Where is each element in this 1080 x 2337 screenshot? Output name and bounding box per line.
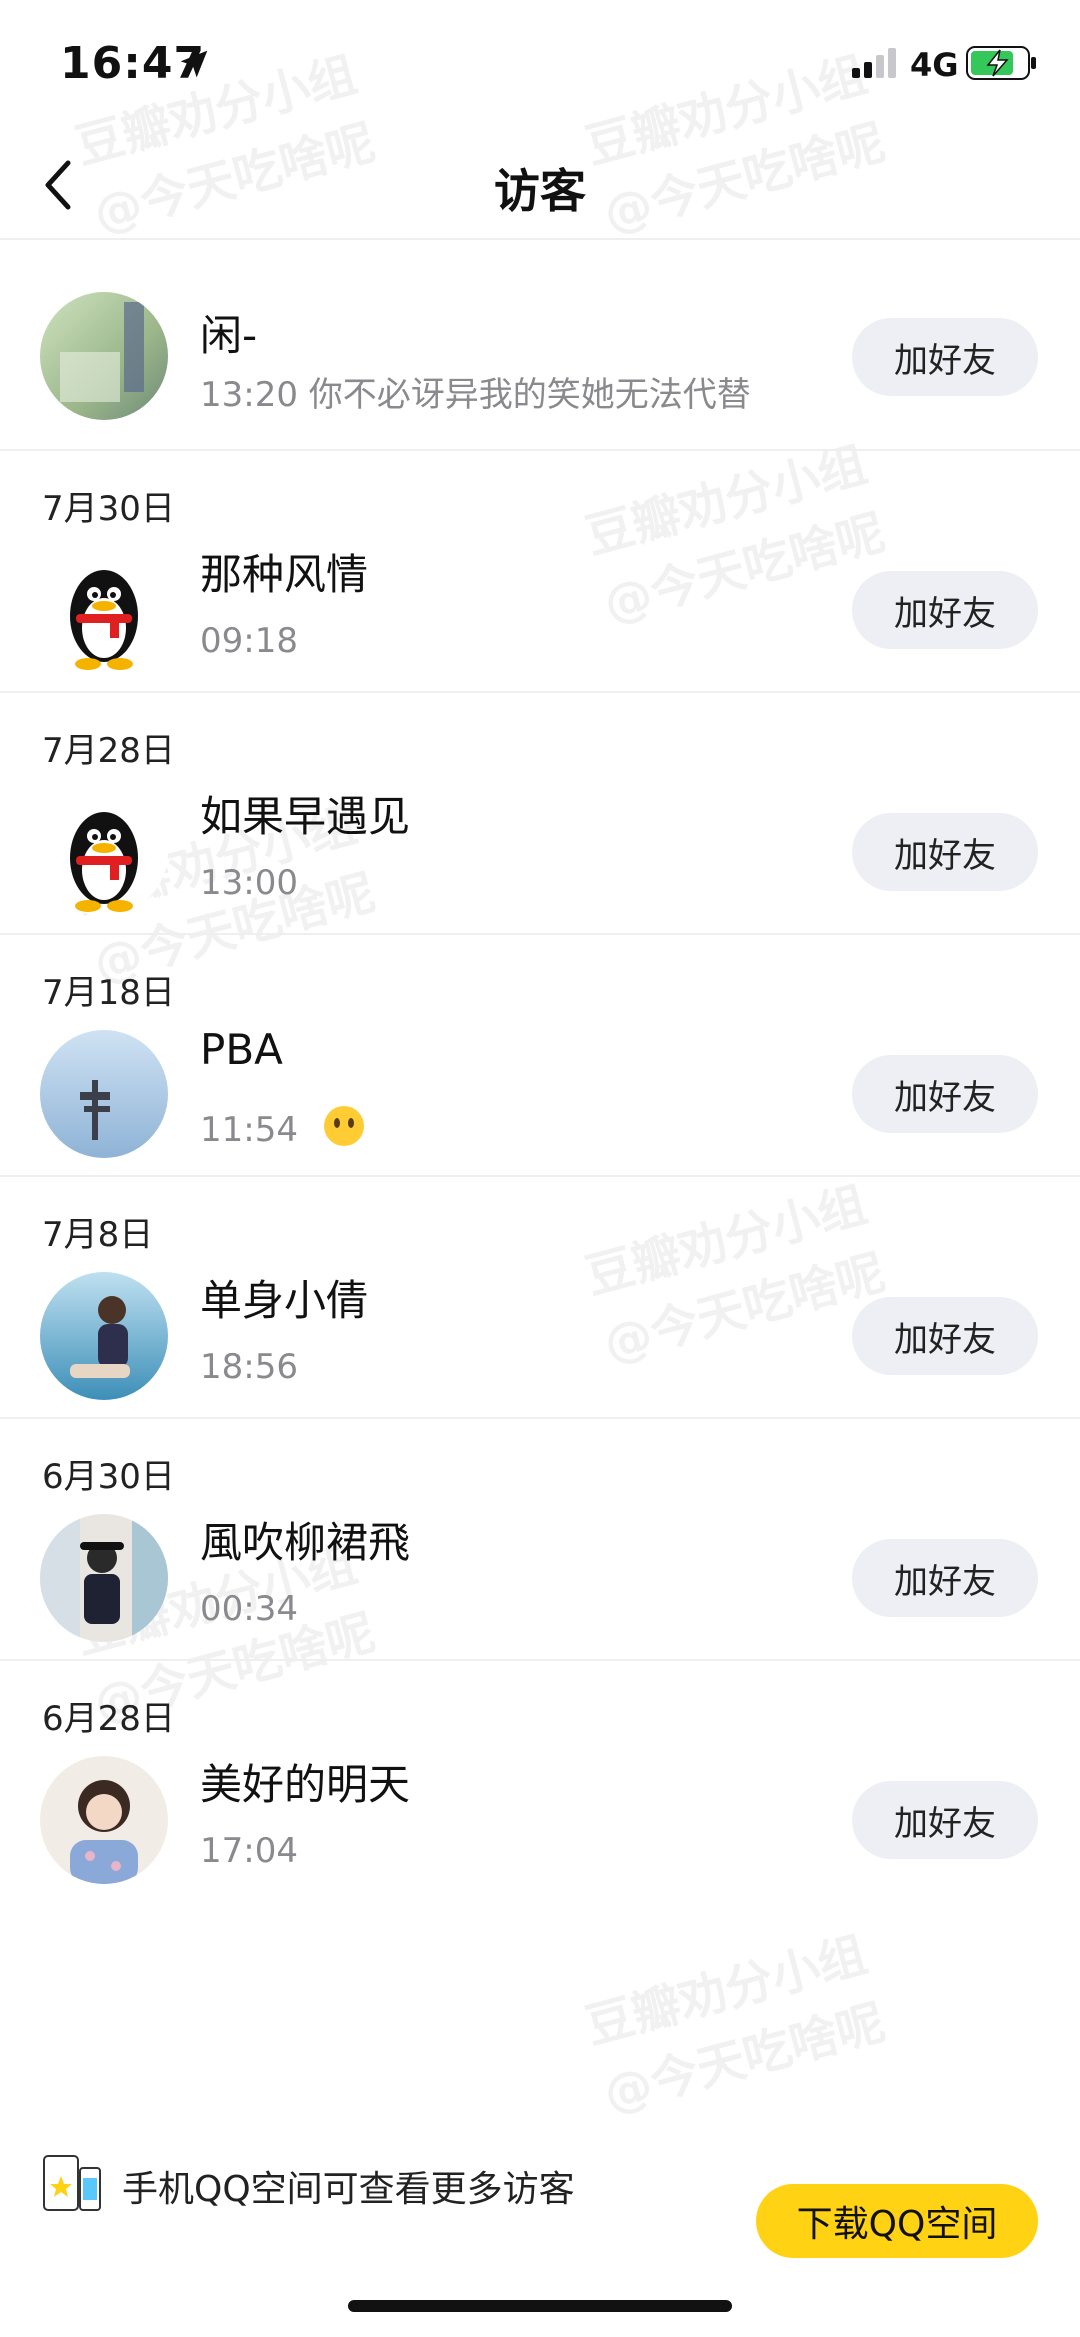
visitor-row[interactable]: 单身小倩 18:56 加好友 <box>0 1267 1080 1417</box>
add-friend-button[interactable]: 加好友 <box>852 1539 1038 1617</box>
status-bar: 16:47 4G <box>0 0 1080 130</box>
home-indicator[interactable] <box>348 2300 732 2312</box>
date-header: 7月28日 <box>42 731 175 771</box>
add-friend-button[interactable]: 加好友 <box>852 571 1038 649</box>
avatar <box>40 292 168 420</box>
visitor-subline: 11:54 <box>200 1105 365 1150</box>
visit-time: 13:00 <box>200 863 298 903</box>
add-friend-button[interactable]: 加好友 <box>852 813 1038 891</box>
visitor-row[interactable]: 那种风情 09:18 加好友 <box>0 541 1080 691</box>
visit-time: 09:18 <box>200 621 298 661</box>
add-friend-button[interactable]: 加好友 <box>852 1297 1038 1375</box>
download-qzone-button[interactable]: 下载QQ空间 <box>756 2184 1038 2258</box>
visitor-row[interactable]: 風吹柳裙飛 00:34 加好友 <box>0 1509 1080 1659</box>
visitor-subline: 13:20 你不必讶异我的笑她无法代替 <box>200 367 751 416</box>
date-header: 7月18日 <box>42 973 175 1013</box>
visitor-name: 那种风情 <box>200 550 369 599</box>
visitor-name: PBA <box>200 1025 283 1074</box>
watermark: 豆瓣劝分小组 @今天吃啥呢 <box>577 1915 891 2125</box>
add-friend-button[interactable]: 加好友 <box>852 1781 1038 1859</box>
visitor-group: 7月28日 如果早遇见 13:00 加好友 <box>0 693 1080 935</box>
page-title: 访客 <box>494 164 586 218</box>
avatar <box>40 1756 168 1884</box>
add-friend-button[interactable]: 加好友 <box>852 318 1038 396</box>
qq-penguin-avatar <box>40 788 168 916</box>
visitor-row[interactable]: 美好的明天 17:04 加好友 <box>0 1751 1080 1901</box>
visitor-group: 7月8日 单身小倩 18:56 加好友 <box>0 1177 1080 1419</box>
date-header: 7月30日 <box>42 489 175 529</box>
visitor-list: 闲- 13:20 你不必讶异我的笑她无法代替 加好友 7月30日 那种风情 09… <box>0 242 1080 1901</box>
visitor-name: 美好的明天 <box>200 1760 411 1809</box>
no-mouth-emoji-icon <box>323 1106 364 1146</box>
visitor-group: 闲- 13:20 你不必讶异我的笑她无法代替 加好友 <box>0 242 1080 451</box>
visit-time: 18:56 <box>200 1347 298 1387</box>
watermark-line2: @今天吃啥呢 <box>598 1994 891 2123</box>
avatar <box>40 1272 168 1400</box>
visitor-name: 单身小倩 <box>200 1276 369 1325</box>
visit-time: 17:04 <box>200 1831 298 1871</box>
visit-time: 00:34 <box>200 1589 298 1629</box>
visitor-group: 7月18日 PBA 11:54 加好友 <box>0 935 1080 1177</box>
date-header: 6月30日 <box>42 1457 175 1497</box>
qzone-app-icon <box>43 2155 101 2211</box>
add-friend-button[interactable]: 加好友 <box>852 1055 1038 1133</box>
avatar <box>40 1030 168 1158</box>
visitor-name: 如果早遇见 <box>200 792 411 841</box>
location-arrow-icon <box>180 50 208 78</box>
visitor-group: 6月30日 風吹柳裙飛 00:34 加好友 <box>0 1419 1080 1661</box>
visitor-row[interactable]: 如果早遇见 13:00 加好友 <box>0 783 1080 933</box>
signal-strength-icon <box>852 48 896 78</box>
visitor-name: 闲- <box>200 311 258 360</box>
date-header: 6月28日 <box>42 1699 175 1739</box>
promo-text: 手机QQ空间可查看更多访客 <box>122 2169 575 2210</box>
visitor-message: 你不必讶异我的笑她无法代替 <box>308 375 751 415</box>
avatar <box>40 1514 168 1642</box>
watermark-line1: 豆瓣劝分小组 <box>579 1926 873 2056</box>
visitor-group: 6月28日 美好的明天 17:04 加好友 <box>0 1661 1080 1901</box>
nav-bar: 访客 <box>0 130 1080 240</box>
visit-time: 11:54 <box>200 1110 298 1150</box>
battery-charging-icon <box>966 46 1036 80</box>
visitor-group: 7月30日 那种风情 09:18 加好友 <box>0 451 1080 693</box>
date-header: 7月8日 <box>42 1215 154 1255</box>
visit-time: 13:20 <box>200 375 298 415</box>
visitor-row[interactable]: 闲- 13:20 你不必讶异我的笑她无法代替 加好友 <box>0 242 1080 449</box>
qq-penguin-avatar <box>40 546 168 674</box>
network-type: 4G <box>910 46 959 84</box>
visitor-row[interactable]: PBA 11:54 加好友 <box>0 1025 1080 1175</box>
visitor-name: 風吹柳裙飛 <box>200 1518 411 1567</box>
